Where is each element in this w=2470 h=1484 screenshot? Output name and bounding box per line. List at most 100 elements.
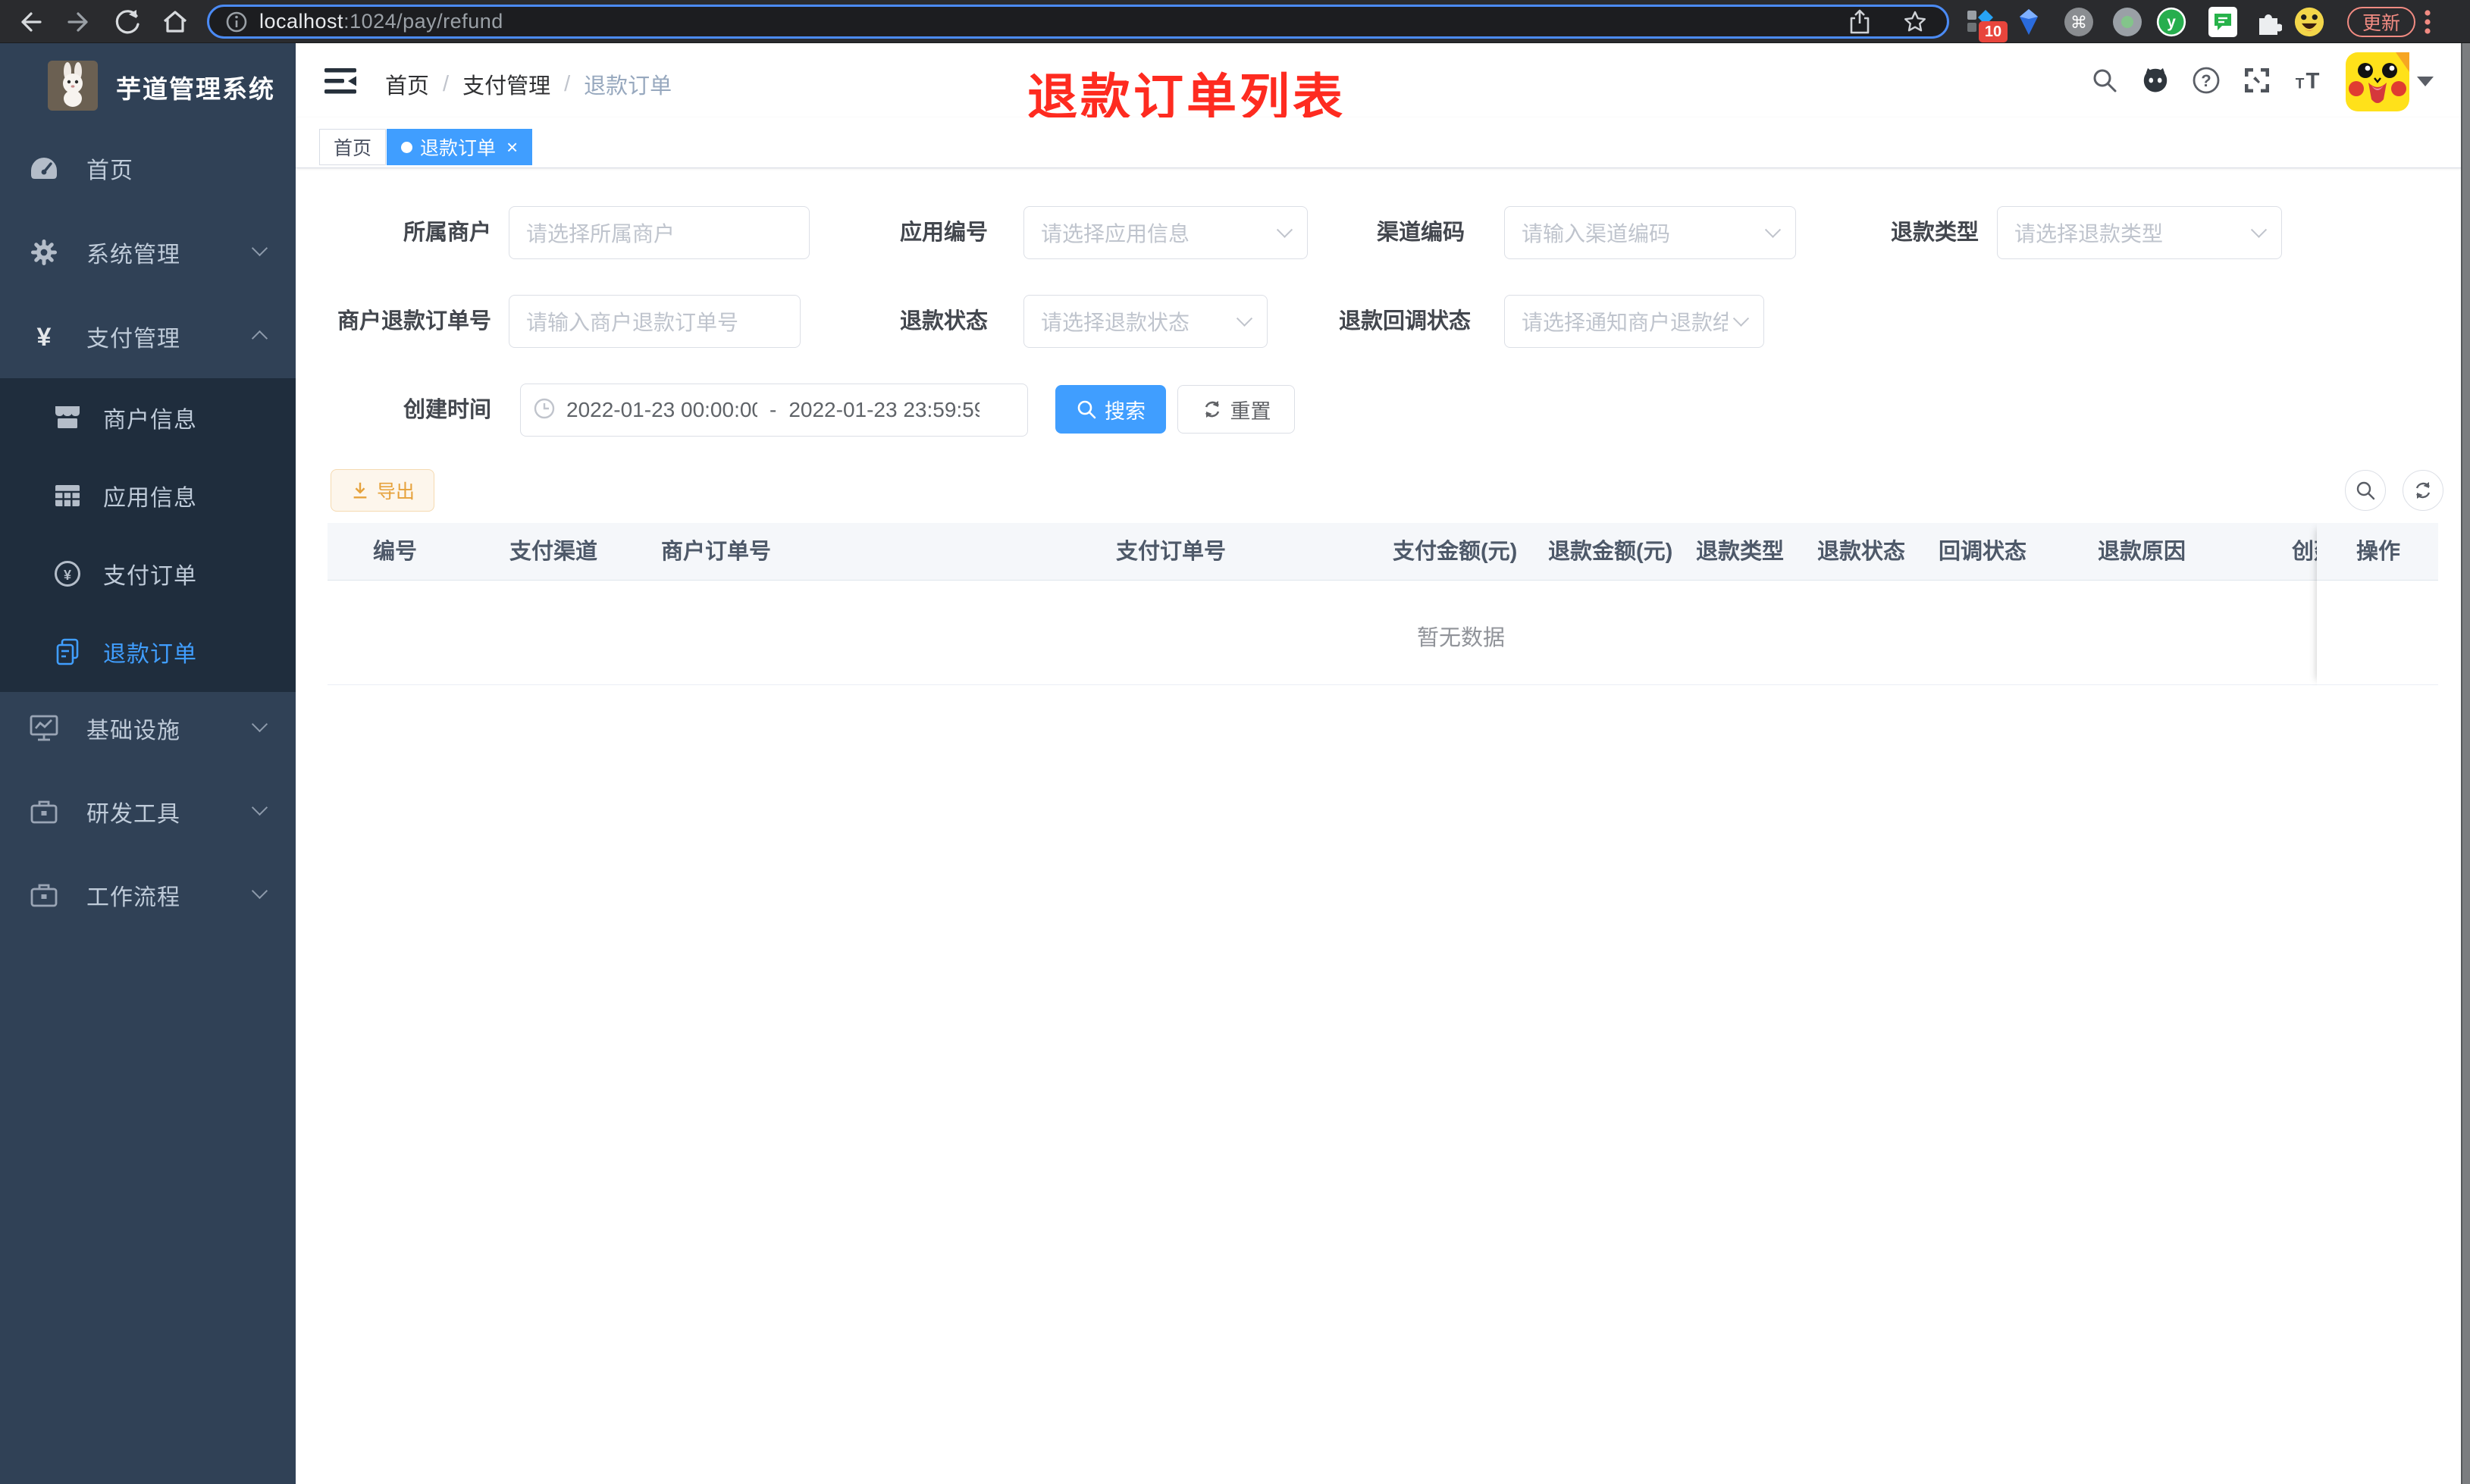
svg-text:?: ? xyxy=(2201,71,2211,90)
pay-submenu: 商户信息 应用信息 ¥ 支付订单 退款订单 xyxy=(0,378,296,692)
sidebar-item-system[interactable]: 系统管理 xyxy=(0,211,296,294)
app-title: 芋道管理系统 xyxy=(116,75,275,103)
app-select[interactable]: 请选择应用信息 xyxy=(1023,206,1308,259)
browser-toolbar: localhost:1024/pay/refund 10 ⌘ y 更新 xyxy=(0,0,2470,43)
chevron-down-icon xyxy=(1764,221,1782,238)
filter-label-create-time: 创建时间 xyxy=(403,398,491,422)
extension-emoji-icon[interactable] xyxy=(2294,7,2324,37)
share-icon[interactable] xyxy=(1848,9,1871,35)
th-refund-reason: 退款原因 xyxy=(2098,540,2186,564)
date-start: 2022-01-23 00:00:00 xyxy=(566,398,757,421)
th-callback-status: 回调状态 xyxy=(1939,540,2027,564)
search-icon[interactable] xyxy=(2090,66,2119,95)
site-info-icon[interactable] xyxy=(224,10,249,34)
browser-update-button[interactable]: 更新 xyxy=(2347,7,2416,37)
toggle-search-button[interactable] xyxy=(2345,470,2386,511)
table-header-row: 编号 支付渠道 商户订单号 支付订单号 支付金额(元) 退款金额(元) 退款类型… xyxy=(328,523,2438,581)
browser-reload-icon[interactable] xyxy=(114,8,143,36)
svg-text:T: T xyxy=(2306,68,2320,93)
refund-doc-icon xyxy=(53,637,82,666)
sidebar-item-app-info[interactable]: 应用信息 xyxy=(0,456,296,534)
scrollbar[interactable] xyxy=(2461,43,2470,1484)
merchant-refund-no-input[interactable]: 请输入商户退款订单号 xyxy=(509,295,801,348)
chevron-down-icon xyxy=(251,240,268,257)
extension-gem-icon[interactable] xyxy=(2014,7,2044,37)
date-end: 2022-01-23 23:59:59 xyxy=(788,398,980,421)
create-time-range-picker[interactable]: 2022-01-23 00:00:00 - 2022-01-23 23:59:5… xyxy=(520,384,1028,437)
sidebar-item-pay-order[interactable]: ¥ 支付订单 xyxy=(0,534,296,612)
tab-refund-order[interactable]: 退款订单 × xyxy=(387,129,533,165)
app-logo[interactable]: 芋道管理系统 xyxy=(48,60,318,112)
th-refund-type: 退款类型 xyxy=(1696,540,1785,564)
extension-puzzle-icon[interactable] xyxy=(2253,7,2283,37)
briefcase-icon xyxy=(29,880,59,910)
chevron-down-icon xyxy=(251,799,268,816)
search-button[interactable]: 搜索 xyxy=(1055,385,1166,434)
notify-status-select[interactable]: 请选择通知商户退款结果 xyxy=(1504,295,1764,348)
sidebar-item-home[interactable]: 首页 xyxy=(0,127,296,210)
filter-label-channel: 渠道编码 xyxy=(1376,221,1465,245)
extension-chat-icon[interactable] xyxy=(2208,7,2238,37)
sidebar-item-merchant-info[interactable]: 商户信息 xyxy=(0,378,296,456)
breadcrumb-home[interactable]: 首页 xyxy=(385,68,429,100)
briefcase-icon xyxy=(29,797,59,827)
browser-forward-icon[interactable] xyxy=(65,8,92,36)
channel-select[interactable]: 请输入渠道编码 xyxy=(1504,206,1796,259)
svg-text:¥: ¥ xyxy=(64,568,71,583)
refund-status-select[interactable]: 请选择退款状态 xyxy=(1023,295,1268,348)
table-fixed-action-column: 操作 xyxy=(2317,523,2438,686)
sidebar: 芋道管理系统 首页 系统管理 ¥ 支付管理 商户信息 应用信息 ¥ 支付订单 退… xyxy=(0,43,296,1484)
extension-y-icon[interactable]: y xyxy=(2156,7,2186,37)
font-size-icon[interactable]: TT xyxy=(2294,66,2323,95)
monitor-chart-icon xyxy=(29,713,59,744)
chevron-down-icon xyxy=(251,882,268,900)
reset-button[interactable]: 重置 xyxy=(1177,385,1295,434)
export-button[interactable]: 导出 xyxy=(331,469,434,512)
tags-bar: 首页 退款订单 × xyxy=(296,117,2470,168)
sidebar-item-workflow[interactable]: 工作流程 xyxy=(0,853,296,937)
sidebar-item-infra[interactable]: 基础设施 xyxy=(0,687,296,770)
top-navbar: 首页 / 支付管理 / 退款订单 退款订单列表 ? TT xyxy=(296,43,2470,125)
filter-label-refund-status: 退款状态 xyxy=(899,309,988,333)
extension-dot-icon[interactable] xyxy=(2112,7,2142,37)
address-bar[interactable]: localhost:1024/pay/refund xyxy=(207,5,1949,39)
store-icon xyxy=(53,403,82,432)
breadcrumb-pay[interactable]: 支付管理 xyxy=(462,68,550,100)
bookmark-star-icon[interactable] xyxy=(1903,10,1927,34)
help-icon[interactable]: ? xyxy=(2192,66,2221,95)
gear-icon xyxy=(29,237,59,268)
browser-menu-kebab-icon[interactable] xyxy=(2423,9,2432,35)
browser-back-icon[interactable] xyxy=(17,8,44,36)
sidebar-item-pay[interactable]: ¥ 支付管理 xyxy=(0,295,296,378)
extension-command-icon[interactable]: ⌘ xyxy=(2064,7,2094,37)
close-icon[interactable]: × xyxy=(506,137,518,157)
filter-label-refund-type: 退款类型 xyxy=(1890,221,1979,245)
refund-type-select[interactable]: 请选择退款类型 xyxy=(1997,206,2282,259)
filter-label-notify-status: 退款回调状态 xyxy=(1338,309,1471,333)
main-area: 首页 / 支付管理 / 退款订单 退款订单列表 ? TT 首页 退款订单 × 所… xyxy=(296,43,2470,1484)
merchant-input[interactable]: 请选择所属商户 xyxy=(509,206,810,259)
browser-home-icon[interactable] xyxy=(161,8,190,36)
th-action: 操作 xyxy=(2317,523,2438,581)
github-icon[interactable] xyxy=(2141,66,2170,95)
sidebar-item-devtools[interactable]: 研发工具 xyxy=(0,770,296,853)
tab-home[interactable]: 首页 xyxy=(319,129,387,165)
chevron-down-icon xyxy=(1732,310,1750,327)
svg-text:T: T xyxy=(2296,76,2305,92)
filter-label-app: 应用编号 xyxy=(899,221,988,245)
refresh-button[interactable] xyxy=(2403,470,2443,511)
th-refund-amount: 退款金额(元) xyxy=(1548,540,1673,564)
extension-badge: 10 xyxy=(1979,21,2008,42)
page: localhost:1024/pay/refund 10 ⌘ y 更新 芋道管理… xyxy=(0,0,2470,1484)
avatar[interactable] xyxy=(2346,52,2409,115)
hamburger-icon[interactable] xyxy=(324,67,356,99)
sidebar-item-refund-order[interactable]: 退款订单 xyxy=(0,612,296,690)
clock-icon xyxy=(533,397,556,424)
date-separator: - xyxy=(770,398,777,421)
th-merchant-order-no: 商户订单号 xyxy=(661,540,772,564)
filter-label-merchant: 所属商户 xyxy=(403,221,491,245)
fullscreen-icon[interactable] xyxy=(2243,66,2271,95)
yen-circle-icon: ¥ xyxy=(53,559,82,588)
table-empty-row xyxy=(328,581,2438,685)
avatar-caret-icon[interactable] xyxy=(2417,77,2434,86)
